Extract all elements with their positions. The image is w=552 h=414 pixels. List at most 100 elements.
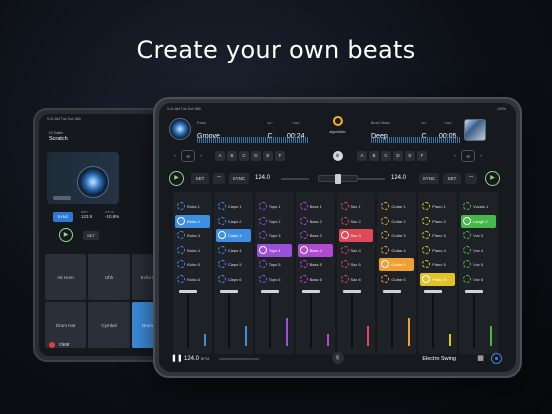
sample-cell[interactable]: Guitar 6: [379, 273, 414, 286]
sample-cell[interactable]: Kicks 1: [175, 200, 210, 213]
sample-cell[interactable]: Piano 4: [420, 244, 455, 257]
compass-icon[interactable]: ⊘: [332, 151, 343, 161]
sample-cell[interactable]: Claps 2: [216, 215, 251, 228]
channel-fader[interactable]: [175, 288, 210, 350]
cue-a-E[interactable]: E: [263, 151, 273, 161]
sample-cell[interactable]: Tops 6: [257, 273, 292, 286]
chevron-left-icon[interactable]: ‹: [171, 150, 179, 162]
fader-cap[interactable]: [301, 290, 320, 293]
cue-b-A[interactable]: A: [357, 151, 367, 161]
sample-cell[interactable]: Piano 2: [420, 215, 455, 228]
cue-a-A[interactable]: A: [215, 151, 225, 161]
sync-button[interactable]: SYNC: [53, 212, 73, 222]
sample-cell[interactable]: Piano 6: [420, 272, 456, 286]
sample-cell[interactable]: Guitar 2: [379, 215, 414, 228]
cue-a-D[interactable]: D: [251, 151, 261, 161]
channel-fader[interactable]: [216, 288, 251, 350]
crossfader[interactable]: [317, 174, 358, 184]
sample-cell[interactable]: Vox 6: [461, 273, 496, 286]
loop-a-icon[interactable]: ⟲: [181, 150, 195, 162]
grid-icon[interactable]: ▦: [475, 353, 486, 364]
deck-b-pitch-slider[interactable]: [357, 178, 385, 180]
deck-b-artwork[interactable]: [464, 119, 486, 141]
sample-cell[interactable]: Claps 4: [216, 244, 251, 257]
sample-cell[interactable]: Sax 6: [339, 273, 374, 286]
chevron-left-icon[interactable]: ‹: [451, 150, 459, 162]
deck-a-set-button[interactable]: SET: [191, 173, 209, 184]
sample-cell[interactable]: Piano 5: [420, 258, 455, 271]
channel-fader[interactable]: [420, 288, 455, 350]
tempo-slider[interactable]: [219, 358, 259, 360]
sample-cell[interactable]: Tops 5: [257, 258, 292, 271]
sample-cell[interactable]: Vox 3: [461, 229, 496, 242]
fader-cap[interactable]: [260, 290, 279, 293]
sample-cell[interactable]: Bass 4: [297, 243, 333, 257]
fader-cap[interactable]: [342, 290, 361, 293]
sample-cell[interactable]: Claps 6: [216, 273, 251, 286]
genre-selector[interactable]: Electro Swing: [422, 354, 456, 364]
sample-cell[interactable]: Tops 1: [257, 200, 292, 213]
deck-a-sync-button[interactable]: SYNC: [229, 173, 249, 184]
deck-a-waveform[interactable]: [197, 137, 309, 143]
deck-a-curve-icon[interactable]: ⌒: [213, 173, 225, 184]
sample-cell[interactable]: Kicks 3: [175, 229, 210, 242]
sample-cell[interactable]: Guitar 4: [379, 244, 414, 257]
cue-a-C[interactable]: C: [239, 151, 249, 161]
cue-b-E[interactable]: E: [405, 151, 415, 161]
record-icon[interactable]: [491, 353, 502, 364]
channel-fader[interactable]: [379, 288, 414, 350]
channel-fader[interactable]: [257, 288, 292, 350]
fader-cap[interactable]: [465, 290, 484, 293]
sample-cell[interactable]: Kicks 5: [175, 258, 210, 271]
clear-button[interactable]: clear: [59, 342, 70, 348]
sample-cell[interactable]: Tops 3: [257, 229, 292, 242]
sample-cell[interactable]: Bass 2: [298, 215, 333, 228]
loop-b-icon[interactable]: ⟲: [461, 150, 475, 162]
mixer-icon[interactable]: ⫼: [331, 352, 344, 364]
sample-cell[interactable]: Claps 1: [216, 200, 251, 213]
play-button[interactable]: ▶: [59, 228, 73, 242]
sample-cell[interactable]: Claps 5: [216, 258, 251, 271]
chevron-right-icon[interactable]: ›: [197, 150, 205, 162]
sample-cell[interactable]: Guitar 1: [379, 200, 414, 213]
cue-b-F[interactable]: F: [417, 151, 427, 161]
sample-cell[interactable]: Sax 2: [339, 215, 374, 228]
sample-cell[interactable]: Kicks 2: [175, 214, 210, 228]
turntable-platter[interactable]: [77, 166, 109, 198]
pad-uhh[interactable]: Uhh: [88, 254, 130, 300]
cue-a-F[interactable]: F: [275, 151, 285, 161]
sample-cell[interactable]: Kicks 6: [175, 273, 210, 286]
sample-cell[interactable]: Vox 5: [461, 258, 496, 271]
deck-b-curve-icon[interactable]: ⌒: [465, 173, 477, 184]
sample-cell[interactable]: Piano 3: [420, 229, 455, 242]
sample-cell[interactable]: Piano 1: [420, 200, 455, 213]
sample-cell[interactable]: Bass 6: [298, 273, 333, 286]
cue-b-B[interactable]: B: [369, 151, 379, 161]
fader-cap[interactable]: [219, 290, 238, 293]
sample-cell[interactable]: Kicks 4: [175, 244, 210, 257]
deck-a-play-button[interactable]: ▶: [169, 171, 184, 186]
channel-fader[interactable]: [298, 288, 333, 350]
sample-cell[interactable]: Vox 4: [461, 244, 496, 257]
sample-cell[interactable]: Bass 1: [298, 200, 333, 213]
sample-cell[interactable]: Sax 3: [338, 229, 374, 242]
sample-cell[interactable]: Tops 4: [256, 243, 292, 257]
deck-b-waveform[interactable]: [371, 137, 461, 143]
deck-a-artwork[interactable]: [169, 118, 191, 140]
sample-cell[interactable]: Sax 5: [339, 258, 374, 271]
sample-cell[interactable]: Claps 3: [215, 229, 251, 242]
fader-cap[interactable]: [424, 290, 443, 293]
chevron-right-icon[interactable]: ›: [477, 150, 485, 162]
deck-a-pitch-slider[interactable]: [281, 178, 309, 180]
fader-cap[interactable]: [179, 290, 197, 293]
sample-cell[interactable]: Guitar 3: [379, 229, 414, 242]
deck-b-play-button[interactable]: ▶: [485, 171, 500, 186]
sample-cell[interactable]: Bass 3: [298, 229, 333, 242]
cue-b-C[interactable]: C: [381, 151, 391, 161]
record-icon[interactable]: [49, 342, 55, 348]
cue-a-B[interactable]: B: [227, 151, 237, 161]
pause-icon[interactable]: ❚❚: [171, 354, 183, 364]
sample-cell[interactable]: Sax 1: [339, 200, 374, 213]
channel-fader[interactable]: [461, 288, 496, 350]
sample-cell[interactable]: Bass 5: [298, 258, 333, 271]
